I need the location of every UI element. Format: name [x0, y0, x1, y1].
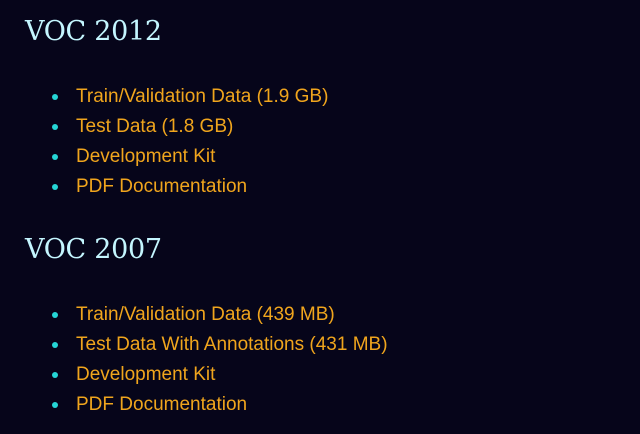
section-voc-2007: VOC 2007 Train/Validation Data (439 MB) … — [0, 232, 640, 415]
bullet-dot-icon — [52, 124, 58, 130]
download-link-list: Train/Validation Data (1.9 GB) Test Data… — [52, 82, 328, 202]
pdf-documentation-link[interactable]: PDF Documentation — [76, 176, 247, 197]
pdf-documentation-link[interactable]: PDF Documentation — [76, 394, 247, 415]
section-heading: VOC 2012 — [25, 16, 162, 47]
section-voc-2012: VOC 2012 Train/Validation Data (1.9 GB) … — [0, 14, 640, 197]
bullet-dot-icon — [52, 184, 58, 190]
downloads-page: VOC 2012 Train/Validation Data (1.9 GB) … — [0, 0, 640, 434]
list-item: PDF Documentation — [52, 172, 328, 202]
trainval-data-link[interactable]: Train/Validation Data (439 MB) — [76, 304, 335, 325]
list-item: Development Kit — [52, 360, 388, 390]
trainval-data-link[interactable]: Train/Validation Data (1.9 GB) — [76, 86, 328, 107]
bullet-dot-icon — [52, 342, 58, 348]
list-item: Test Data With Annotations (431 MB) — [52, 330, 388, 360]
list-item: Train/Validation Data (439 MB) — [52, 300, 388, 330]
development-kit-link[interactable]: Development Kit — [76, 146, 215, 167]
development-kit-link[interactable]: Development Kit — [76, 364, 215, 385]
test-data-link[interactable]: Test Data (1.8 GB) — [76, 116, 233, 137]
list-item: Test Data (1.8 GB) — [52, 112, 328, 142]
bullet-dot-icon — [52, 312, 58, 318]
bullet-dot-icon — [52, 94, 58, 100]
test-data-with-annotations-link[interactable]: Test Data With Annotations (431 MB) — [76, 334, 388, 355]
section-heading: VOC 2007 — [25, 234, 162, 265]
bullet-dot-icon — [52, 402, 58, 408]
list-item: PDF Documentation — [52, 390, 388, 420]
list-item: Train/Validation Data (1.9 GB) — [52, 82, 328, 112]
list-item: Development Kit — [52, 142, 328, 172]
bullet-dot-icon — [52, 372, 58, 378]
bullet-dot-icon — [52, 154, 58, 160]
download-link-list: Train/Validation Data (439 MB) Test Data… — [52, 300, 388, 420]
